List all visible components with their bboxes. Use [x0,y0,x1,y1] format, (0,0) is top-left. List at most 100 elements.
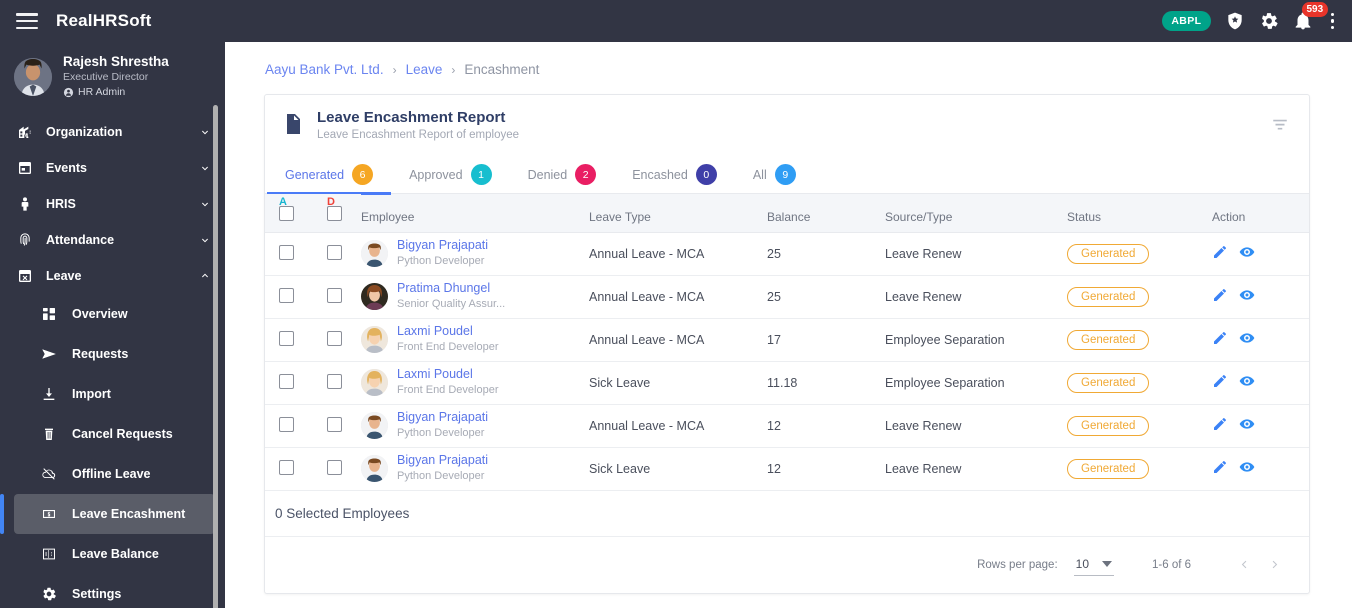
table-row[interactable]: Laxmi Poudel Front End Developer Sick Le… [265,361,1309,405]
tab-denied[interactable]: Denied 2 [510,156,615,194]
pencil-icon[interactable] [1212,416,1228,435]
employee-role: Python Developer [397,255,485,267]
next-page-button[interactable] [1259,550,1289,580]
employee-cell: Bigyan Prajapati Python Developer [361,232,589,276]
table-row[interactable]: Bigyan Prajapati Python Developer Annual… [265,232,1309,276]
action-cell [1212,361,1309,405]
employee-name[interactable]: Laxmi Poudel [397,324,473,338]
table-row[interactable]: Pratima Dhungel Senior Quality Assur... … [265,275,1309,319]
status-cell: Generated [1067,447,1212,491]
employee-name[interactable]: Pratima Dhungel [397,281,490,295]
pagination-range: 1-6 of 6 [1152,558,1191,571]
sidebar-item-leave[interactable]: Leave [0,258,225,294]
sidebar-item-organization[interactable]: Organization [0,114,225,150]
chevron-down-icon[interactable] [199,162,211,174]
sidebar-item-settings[interactable]: Settings [0,574,225,608]
sidebar-item-overview[interactable]: Overview [0,294,225,334]
employee-role: Front End Developer [397,341,499,353]
row-approve-checkbox[interactable] [279,416,294,432]
profile-block[interactable]: Rajesh Shrestha Executive Director HR Ad… [0,42,225,114]
column-balance: Balance [767,194,885,233]
vertical-dots-icon[interactable] [1327,12,1339,30]
leave-type-cell: Annual Leave - MCA [589,232,767,276]
fingerprint-icon [14,232,36,248]
tab-generated[interactable]: Generated 6 [267,156,392,195]
chevron-down-icon[interactable] [199,198,211,210]
org-pill[interactable]: ABPL [1162,11,1211,31]
row-approve-cell [265,447,313,491]
employee-name[interactable]: Laxmi Poudel [397,367,473,381]
money-icon [38,506,60,522]
rows-per-page-select[interactable]: 10 [1073,554,1114,576]
eye-icon[interactable] [1239,416,1255,435]
filter-icon[interactable] [1271,116,1291,136]
tab-label: Encashed [632,167,688,182]
employee-name[interactable]: Bigyan Prajapati [397,238,488,252]
sidebar-item-leave-encashment[interactable]: Leave Encashment [0,494,215,534]
person-icon [14,196,36,212]
row-deny-checkbox[interactable] [327,459,342,475]
leave-type-cell: Annual Leave - MCA [589,404,767,448]
breadcrumb-org[interactable]: Aayu Bank Pvt. Ltd. [265,62,384,77]
row-deny-checkbox[interactable] [327,416,342,432]
sidebar-item-attendance[interactable]: Attendance [0,222,225,258]
row-approve-cell [265,232,313,276]
row-deny-checkbox[interactable] [327,330,342,346]
table-row[interactable]: Bigyan Prajapati Python Developer Annual… [265,404,1309,448]
tab-encashed[interactable]: Encashed 0 [614,156,735,194]
pencil-icon[interactable] [1212,373,1228,392]
encashment-table: A D Employee Leave Type Balance Source/T… [265,194,1309,491]
gear-icon [38,586,60,602]
hamburger-icon[interactable] [16,13,38,29]
sidebar-item-requests[interactable]: Requests [0,334,225,374]
sidebar-item-hris[interactable]: HRIS [0,186,225,222]
notifications[interactable]: 593 [1293,2,1329,31]
sidebar-item-offline-leave[interactable]: Offline Leave [0,454,225,494]
tab-count-badge: 2 [575,164,597,185]
employee-role: Python Developer [397,470,485,482]
row-approve-checkbox[interactable] [279,244,294,260]
chevron-down-icon[interactable] [199,126,211,138]
row-approve-checkbox[interactable] [279,373,294,389]
employee-name[interactable]: Bigyan Prajapati [397,410,488,424]
breadcrumb-separator: › [392,62,397,77]
prev-page-button[interactable] [1229,550,1259,580]
avatar [361,240,388,267]
eye-icon[interactable] [1239,330,1255,349]
table-row[interactable]: Laxmi Poudel Front End Developer Annual … [265,318,1309,362]
row-approve-checkbox[interactable] [279,330,294,346]
tab-approved[interactable]: Approved 1 [391,156,510,194]
shield-star-icon[interactable] [1225,11,1245,31]
table-row[interactable]: Bigyan Prajapati Python Developer Sick L… [265,447,1309,491]
action-cell [1212,232,1309,276]
source-type-cell: Leave Renew [885,404,1067,448]
sidebar-item-leave-balance[interactable]: Leave Balance [0,534,225,574]
row-approve-checkbox[interactable] [279,459,294,475]
employee-name[interactable]: Bigyan Prajapati [397,453,488,467]
gear-icon[interactable] [1259,11,1279,31]
sidebar-item-events[interactable]: Events [0,150,225,186]
eye-icon[interactable] [1239,373,1255,392]
breadcrumb-section[interactable]: Leave [406,62,443,77]
pencil-icon[interactable] [1212,287,1228,306]
chevron-down-icon[interactable] [199,234,211,246]
chevron-up-icon[interactable] [199,270,211,282]
eye-icon[interactable] [1239,287,1255,306]
sidebar-item-cancel-requests[interactable]: Cancel Requests [0,414,225,454]
tab-all[interactable]: All 9 [735,156,814,194]
sidebar-item-import[interactable]: Import [0,374,225,414]
document-icon [281,112,307,141]
eye-icon[interactable] [1239,244,1255,263]
sidebar-item-label: HRIS [46,197,76,211]
pencil-icon[interactable] [1212,330,1228,349]
row-approve-checkbox[interactable] [279,287,294,303]
status-badge: Generated [1067,329,1150,350]
row-deny-checkbox[interactable] [327,244,342,260]
row-deny-checkbox[interactable] [327,287,342,303]
pencil-icon[interactable] [1212,244,1228,263]
eye-icon[interactable] [1239,459,1255,478]
row-deny-checkbox[interactable] [327,373,342,389]
pencil-icon[interactable] [1212,459,1228,478]
status-cell: Generated [1067,232,1212,276]
sidebar-scrollbar[interactable] [213,105,218,608]
